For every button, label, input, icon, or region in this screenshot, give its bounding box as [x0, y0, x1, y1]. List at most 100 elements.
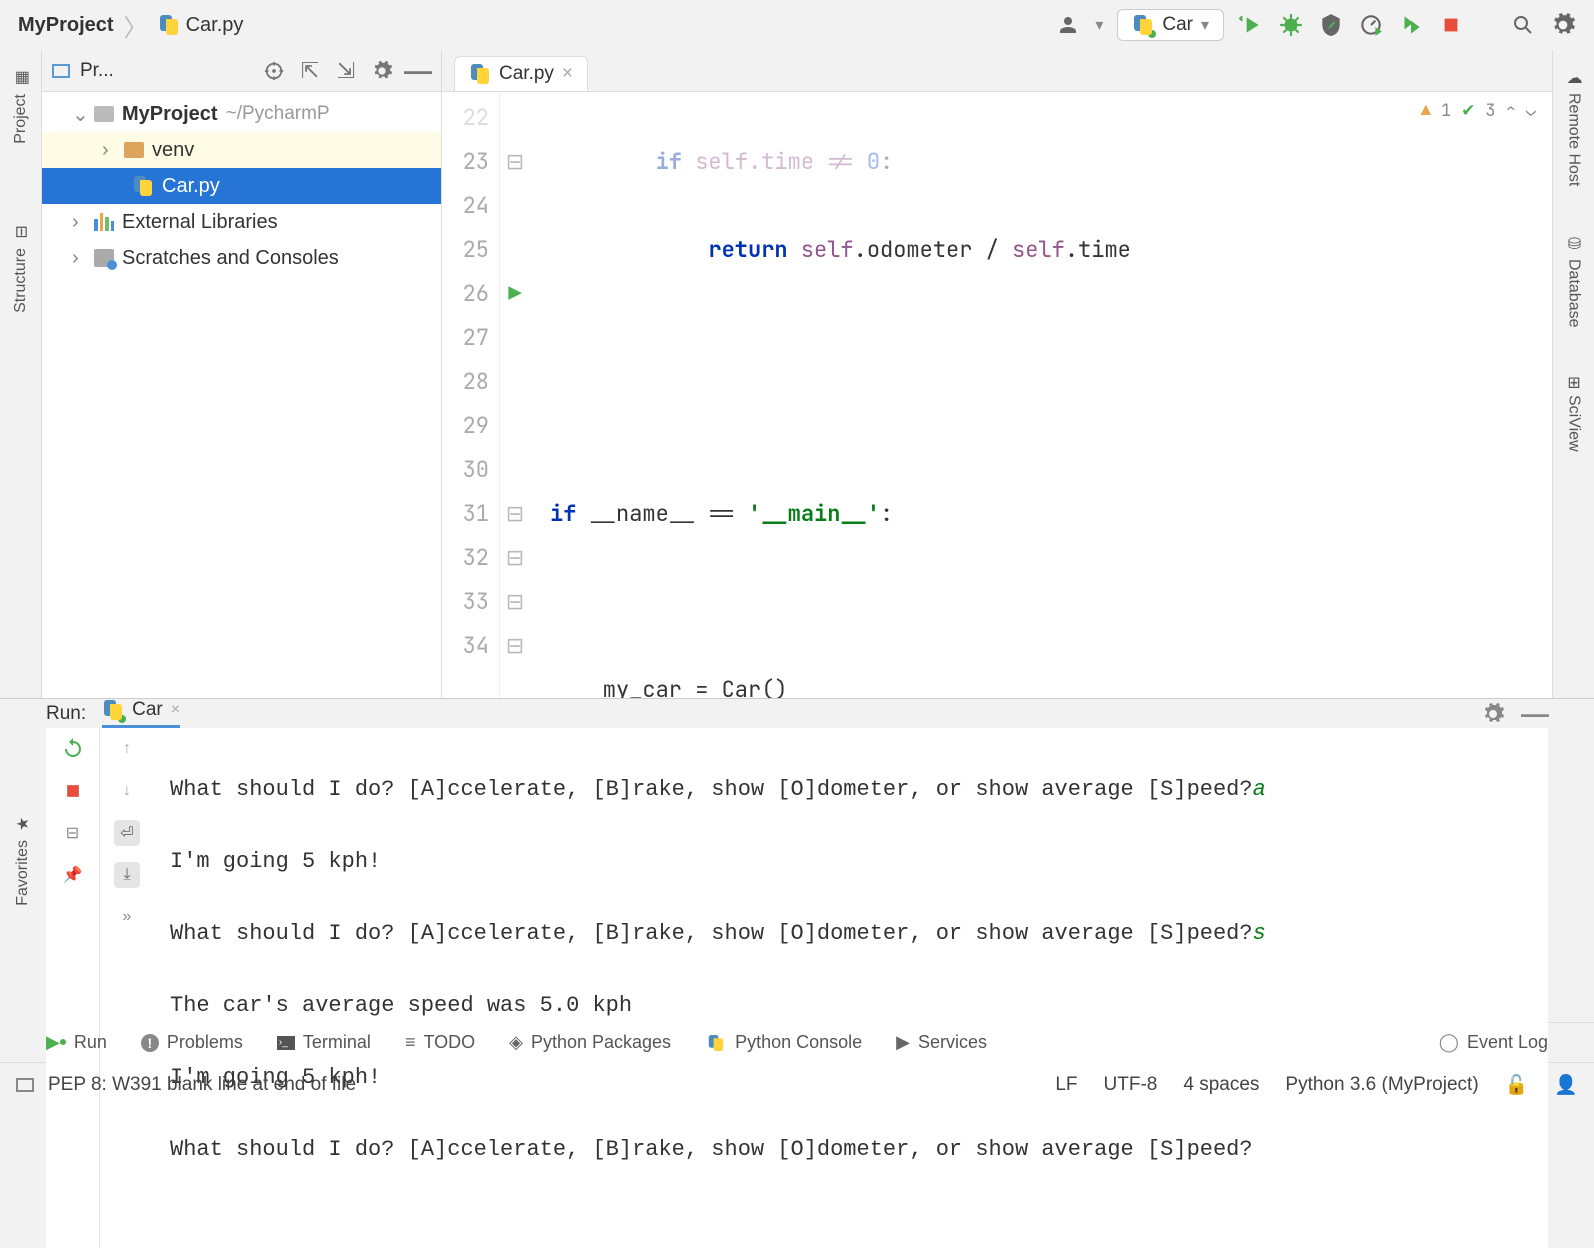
run-tool-button[interactable]: ▶ Run: [46, 1032, 107, 1053]
gear-icon[interactable]: [1550, 12, 1576, 38]
chevron-right-icon: ›: [102, 139, 116, 162]
rerun-button[interactable]: [60, 736, 86, 762]
run-tab-label: Car: [132, 699, 163, 721]
hide-icon[interactable]: —: [405, 58, 431, 84]
run-button[interactable]: [1238, 12, 1264, 38]
chevron-down-icon[interactable]: ⌄: [1526, 100, 1536, 122]
project-tree: ⌄ MyProject ~/PycharmP › venv Car.py › E…: [42, 92, 441, 280]
project-tool-tab[interactable]: Project ▦: [8, 60, 34, 152]
editor: Car.py × 22 232425 262728 293031 323334 …: [442, 50, 1552, 698]
tool-windows-icon[interactable]: [16, 1078, 34, 1092]
tree-external-libraries[interactable]: › External Libraries: [42, 204, 441, 240]
eventlog-tool-button[interactable]: ◯ Event Log: [1439, 1032, 1548, 1053]
scratches-icon: [94, 249, 114, 267]
tree-label: MyProject: [122, 103, 218, 126]
close-icon[interactable]: ×: [562, 63, 573, 85]
coverage-button[interactable]: [1318, 12, 1344, 38]
debug-button[interactable]: [1278, 12, 1304, 38]
terminal-icon: ›_: [277, 1036, 295, 1050]
python-icon: [102, 699, 124, 721]
database-icon: ⛁: [1564, 234, 1583, 253]
eventlog-icon: ◯: [1439, 1032, 1459, 1053]
collapse-all-icon[interactable]: ⇲: [333, 58, 359, 84]
project-panel-header: Pr... ⇱ ⇲ —: [42, 50, 441, 92]
breadcrumb-project[interactable]: MyProject: [18, 14, 114, 37]
database-tab[interactable]: ⛁ Database: [1560, 226, 1587, 336]
run-output[interactable]: What should I do? [A]ccelerate, [B]rake,…: [154, 728, 1548, 1248]
line-gutter: 22 232425 262728 293031 323334: [442, 92, 500, 698]
warning-count: 1: [1441, 100, 1451, 122]
user-icon[interactable]: [1055, 12, 1081, 38]
chevron-down-icon[interactable]: ▾: [1095, 15, 1103, 35]
sciview-tab[interactable]: ⊞ SciView: [1560, 368, 1587, 460]
code-content[interactable]: if self.time != 0: return self.odometer …: [530, 92, 1368, 698]
todo-tool-button[interactable]: ≡ TODO: [405, 1032, 475, 1053]
encoding[interactable]: UTF-8: [1104, 1074, 1158, 1096]
python-file-icon: [158, 14, 180, 36]
sciview-icon: ⊞: [1564, 376, 1583, 389]
problems-icon: !: [141, 1034, 159, 1052]
stop-button[interactable]: [1438, 12, 1464, 38]
tree-label: venv: [152, 139, 194, 162]
chevron-up-icon[interactable]: ⌃: [1506, 100, 1516, 122]
navigation-bar: MyProject 〉 Car.py ▾ Car ▾: [0, 0, 1594, 50]
run-label: Run:: [46, 703, 86, 725]
chevron-right-icon: ›: [72, 247, 86, 270]
pin-icon[interactable]: 📌: [60, 862, 86, 888]
profile-button[interactable]: [1358, 12, 1384, 38]
services-tool-button[interactable]: ▶ Services: [896, 1032, 987, 1053]
console-tool-button[interactable]: Python Console: [705, 1032, 862, 1054]
inspection-icon[interactable]: 👤: [1554, 1073, 1578, 1097]
chevron-down-icon: ⌄: [72, 102, 86, 127]
tree-file-car[interactable]: Car.py: [42, 168, 441, 204]
stop-button[interactable]: [60, 778, 86, 804]
soft-wrap-icon[interactable]: ⏎: [114, 820, 140, 846]
more-icon[interactable]: »: [114, 904, 140, 930]
close-icon[interactable]: ×: [171, 701, 180, 719]
structure-tool-tab[interactable]: Structure ⊟: [8, 214, 34, 321]
project-panel: Pr... ⇱ ⇲ — ⌄ MyProject ~/PycharmP › ven…: [42, 50, 442, 698]
hide-icon[interactable]: —: [1522, 701, 1548, 727]
locate-icon[interactable]: [261, 58, 287, 84]
concurrency-button[interactable]: [1398, 12, 1424, 38]
editor-tab-car[interactable]: Car.py ×: [454, 56, 588, 91]
run-tool-window: Run: Car × — ⊟ 📌 ↑ ↓ ⏎ ⤓ » What should I…: [0, 698, 1594, 1022]
lock-icon[interactable]: 🔓: [1505, 1073, 1529, 1097]
run-configuration-selector[interactable]: Car ▾: [1117, 9, 1224, 41]
python-file-icon: [469, 63, 491, 85]
down-icon[interactable]: ↓: [114, 778, 140, 804]
tree-label: External Libraries: [122, 211, 278, 234]
star-icon: ★: [13, 817, 33, 831]
run-toolbar-right: ↑ ↓ ⏎ ⤓ »: [100, 728, 154, 1248]
up-icon[interactable]: ↑: [114, 736, 140, 762]
interpreter[interactable]: Python 3.6 (MyProject): [1285, 1074, 1478, 1096]
project-panel-title[interactable]: Pr...: [80, 60, 251, 82]
breadcrumb-file[interactable]: Car.py: [186, 14, 244, 37]
run-tab[interactable]: Car ×: [102, 699, 180, 728]
tree-project-root[interactable]: ⌄ MyProject ~/PycharmP: [42, 96, 441, 132]
packages-tool-button[interactable]: ◈ Python Packages: [509, 1032, 671, 1053]
gear-icon[interactable]: [1480, 701, 1506, 727]
search-icon[interactable]: [1510, 12, 1536, 38]
run-toolbar-left: ⊟ 📌: [46, 728, 100, 1248]
terminal-tool-button[interactable]: ›_ Terminal: [277, 1032, 371, 1053]
favorites-tab[interactable]: Favorites ★: [10, 806, 36, 914]
editor-body[interactable]: 22 232425 262728 293031 323334 ⊟ ▶ ⊟⊟⊟⊟ …: [442, 92, 1552, 698]
left-tool-rail: Project ▦ Structure ⊟: [0, 50, 42, 698]
problems-tool-button[interactable]: ! Problems: [141, 1032, 243, 1053]
tree-scratches[interactable]: › Scratches and Consoles: [42, 240, 441, 276]
hint-icon: ✔: [1461, 100, 1475, 122]
chevron-right-icon: ›: [72, 211, 86, 234]
layout-icon[interactable]: ⊟: [60, 820, 86, 846]
tree-venv[interactable]: › venv: [42, 132, 441, 168]
expand-all-icon[interactable]: ⇱: [297, 58, 323, 84]
remote-host-tab[interactable]: ☁ Remote Host: [1560, 60, 1587, 194]
inspection-widget[interactable]: ▲ 1 ✔ 3 ⌃ ⌄: [1421, 100, 1536, 122]
packages-icon: ◈: [509, 1032, 523, 1053]
line-separator[interactable]: LF: [1055, 1074, 1077, 1096]
scroll-end-icon[interactable]: ⤓: [114, 862, 140, 888]
gear-icon[interactable]: [369, 58, 395, 84]
tree-label: Scratches and Consoles: [122, 247, 339, 270]
indent[interactable]: 4 spaces: [1183, 1074, 1259, 1096]
python-icon: [707, 1034, 725, 1052]
